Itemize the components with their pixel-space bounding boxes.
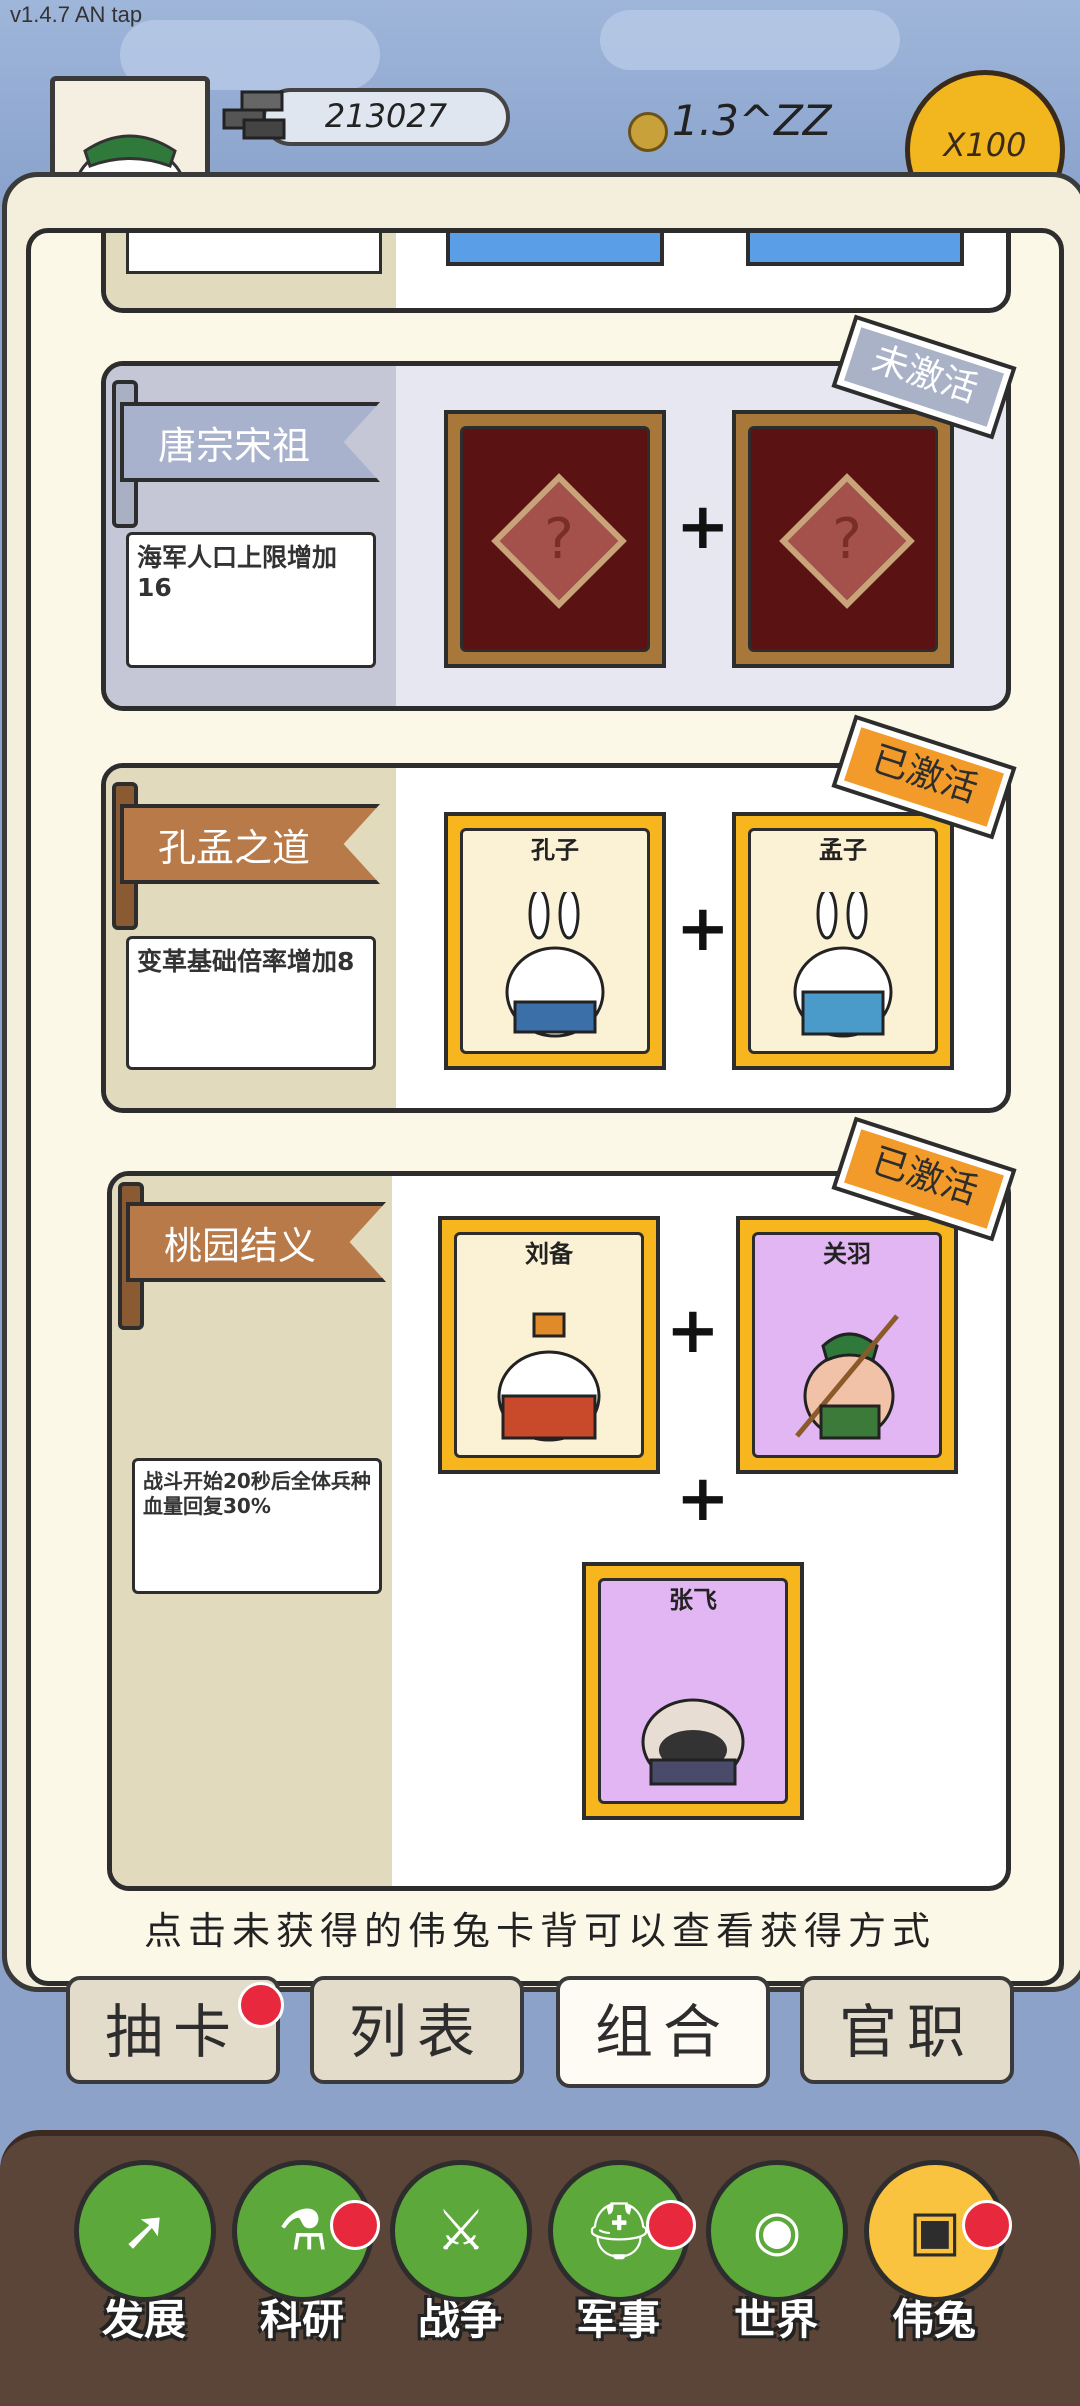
combo-kong-meng: 孔孟之道 变革基础倍率增加8 孔子 + 孟子 — [101, 763, 1011, 1113]
tab-official-rank[interactable]: 官职 — [800, 1976, 1014, 2084]
character-card[interactable]: 孟子 — [732, 812, 954, 1070]
combo-previous — [101, 233, 1011, 313]
plus-icon: + — [676, 1462, 730, 1536]
bunny-card-icon: ▣ — [908, 2198, 962, 2264]
locked-card-back[interactable]: ? — [732, 410, 954, 668]
bunny-guanyu-icon — [795, 1314, 899, 1440]
arrow-up-icon: ➚ — [121, 2198, 169, 2264]
combo-title: 唐宗宋祖 — [120, 402, 380, 482]
svg-text:?: ? — [544, 507, 574, 572]
hint-text: 点击未获得的伟兔卡背可以查看获得方式 — [143, 1909, 936, 1953]
version-label: v1.4.7 AN tap — [10, 2, 143, 27]
nav-war[interactable]: ⚔ 战争 — [390, 2160, 532, 2347]
tab-label: 官职 — [838, 1998, 975, 2066]
tab-label: 组合 — [594, 1998, 731, 2066]
notification-badge — [646, 2200, 696, 2250]
character-card[interactable]: 关羽 — [736, 1216, 958, 1474]
combo-description: 变革基础倍率增加8 — [126, 936, 376, 1070]
combo-description: 海军人口上限增加16 — [126, 532, 376, 668]
tab-label: 抽卡 — [104, 1998, 241, 2066]
plus-icon: + — [676, 490, 730, 564]
card-name: 孔子 — [531, 836, 579, 864]
card-name: 张飞 — [669, 1586, 717, 1614]
tab-list[interactable]: 列表 — [310, 1976, 524, 2084]
card-name: 刘备 — [525, 1240, 573, 1268]
locked-card-back[interactable]: ? — [444, 410, 666, 668]
helmet-icon: ⛑ — [583, 2199, 655, 2264]
combo-tang-song: 唐宗宋祖 海军人口上限增加16 ? + ? — [101, 361, 1011, 711]
stone-resource: 213027 — [262, 88, 510, 146]
bunny-scholar-icon — [793, 892, 893, 1038]
nav-military[interactable]: ⛑ 军事 — [548, 2160, 690, 2347]
plus-icon: + — [666, 1294, 720, 1368]
combo-taoyuan: 桃园结义 战斗开始20秒后全体兵种血量回复30% 刘备 + 关羽 + 张飞 — [107, 1171, 1011, 1891]
tab-label: 列表 — [348, 1998, 485, 2066]
character-card[interactable]: 孔子 — [444, 812, 666, 1070]
card-name: 关羽 — [823, 1240, 871, 1268]
card-back-question-icon: ? — [491, 473, 627, 609]
plus-icon: + — [676, 892, 730, 966]
combo-scroll-list[interactable]: 唐宗宋祖 海军人口上限增加16 ? + ? 未激活 孔孟之道 变革基础倍率增加8… — [26, 228, 1064, 1986]
bunny-zhangfei-icon — [641, 1698, 745, 1786]
card-name: 孟子 — [819, 836, 867, 864]
svg-text:?: ? — [832, 507, 862, 572]
notification-badge — [238, 1982, 284, 2028]
nav-great-bunny[interactable]: ▣ 伟兔 — [864, 2160, 1006, 2347]
character-card[interactable]: 刘备 — [438, 1216, 660, 1474]
stone-amount: 213027 — [324, 97, 448, 135]
notification-badge — [962, 2200, 1012, 2250]
card-back-question-icon: ? — [779, 473, 915, 609]
character-card[interactable]: 张飞 — [582, 1562, 804, 1820]
combo-title: 孔孟之道 — [120, 804, 380, 884]
flask-icon: ⚗ — [277, 2198, 329, 2264]
stone-bricks-icon — [222, 90, 286, 140]
combo-description: 战斗开始20秒后全体兵种血量回复30% — [132, 1458, 382, 1594]
bunny-scholar-icon — [505, 892, 605, 1038]
gold-amount: 1.3^ZZ — [672, 96, 832, 145]
gold-coin-icon — [628, 112, 668, 152]
cloud — [600, 10, 900, 70]
nav-develop[interactable]: ➚ 发展 — [74, 2160, 216, 2347]
nav-research[interactable]: ⚗ 科研 — [232, 2160, 374, 2347]
notification-badge — [330, 2200, 380, 2250]
combo-title: 桃园结义 — [126, 1202, 386, 1282]
tab-combination[interactable]: 组合 — [556, 1976, 770, 2088]
nav-world[interactable]: ◉ 世界 — [706, 2160, 848, 2347]
crossed-swords-icon: ⚔ — [435, 2198, 487, 2264]
bunny-liubei-icon — [497, 1312, 601, 1442]
globe-icon: ◉ — [752, 2198, 802, 2264]
